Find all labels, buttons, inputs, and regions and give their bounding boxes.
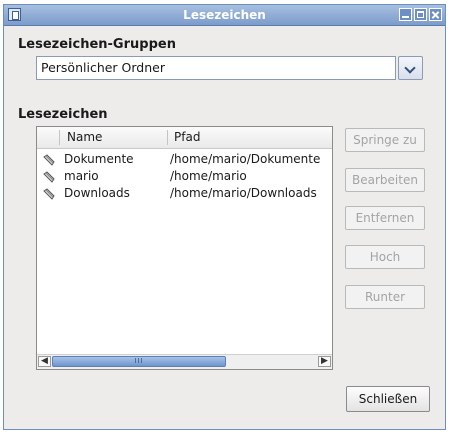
move-up-button[interactable]: Hoch — [345, 245, 425, 269]
column-separator — [167, 130, 168, 145]
bookmark-icon — [43, 188, 55, 200]
edit-button[interactable]: Bearbeiten — [345, 168, 425, 192]
bookmark-name: Downloads — [64, 186, 130, 200]
bookmark-icon — [43, 171, 55, 183]
horizontal-scrollbar[interactable]: ◀ III ▶ — [37, 354, 332, 369]
column-path-header[interactable]: Pfad — [174, 127, 200, 148]
goto-button[interactable]: Springe zu — [345, 128, 425, 152]
close-window-button[interactable] — [429, 8, 442, 21]
group-select[interactable]: Persönlicher Ordner — [36, 56, 396, 80]
bookmark-icon — [43, 154, 55, 166]
close-button[interactable]: Schließen — [346, 386, 430, 412]
maximize-button[interactable] — [414, 8, 427, 21]
list-item[interactable]: Downloads /home/mario/Downloads — [37, 185, 332, 202]
column-name-header[interactable]: Name — [67, 127, 102, 148]
window-title: Lesezeichen — [183, 8, 266, 22]
scroll-thumb[interactable]: III — [52, 356, 226, 367]
bookmark-path: /home/mario — [170, 169, 247, 183]
bookmark-path: /home/mario/Downloads — [170, 186, 317, 200]
list-item[interactable]: mario /home/mario — [37, 168, 332, 185]
group-dropdown-button[interactable] — [398, 56, 423, 80]
remove-button[interactable]: Entfernen — [345, 206, 425, 230]
bookmark-name: Dokumente — [64, 152, 134, 166]
groups-heading: Lesezeichen-Gruppen — [18, 37, 176, 52]
scroll-left-button[interactable]: ◀ — [38, 356, 51, 367]
title-bar[interactable]: Lesezeichen — [4, 5, 445, 26]
minimize-button[interactable] — [399, 8, 412, 21]
bookmark-name: mario — [64, 169, 99, 183]
column-separator — [59, 130, 60, 145]
list-item[interactable]: Dokumente /home/mario/Dokumente — [37, 151, 332, 168]
list-header: Name Pfad — [37, 127, 332, 149]
bookmarks-list[interactable]: Name Pfad Dokumente /home/mario/Dokument… — [36, 126, 333, 370]
scroll-right-button[interactable]: ▶ — [318, 356, 331, 367]
move-down-button[interactable]: Runter — [345, 285, 425, 309]
bookmarks-heading: Lesezeichen — [18, 107, 108, 122]
bookmark-path: /home/mario/Dokumente — [170, 152, 321, 166]
